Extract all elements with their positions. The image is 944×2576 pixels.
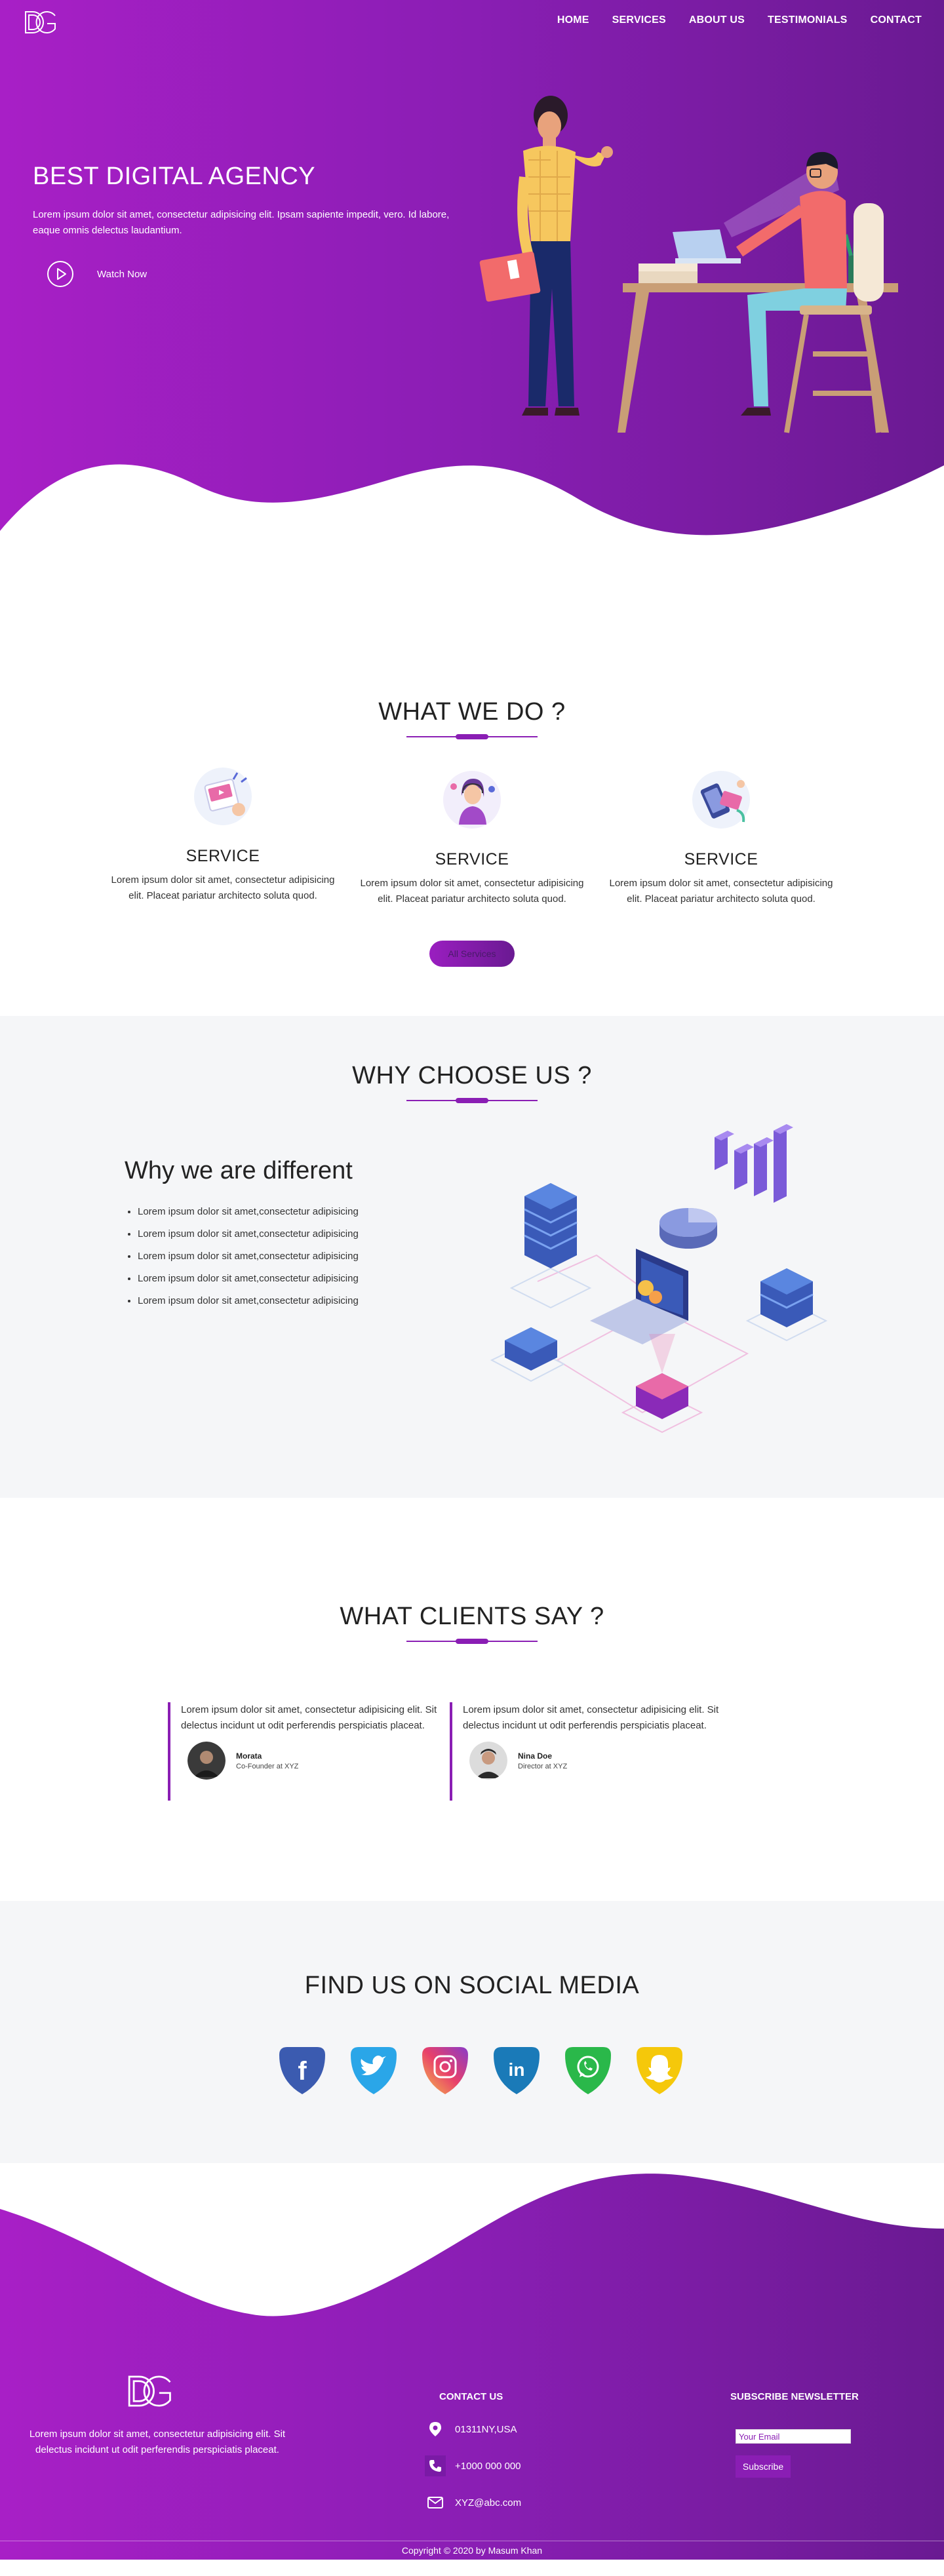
service-text: Lorem ipsum dolor sit amet, consectetur … (609, 878, 833, 905)
instagram-icon[interactable] (417, 2042, 473, 2098)
service-card: SERVICE Lorem ipsum dolor sit amet, cons… (105, 764, 341, 904)
twitter-icon[interactable] (345, 2042, 402, 2098)
service-text: Lorem ipsum dolor sit amet, consectetur … (360, 878, 584, 905)
subscribe-button[interactable]: Subscribe (736, 2455, 791, 2478)
service-card: SERVICE Lorem ipsum dolor sit amet, cons… (603, 767, 839, 907)
what-we-do-section: WHAT WE DO ? SERVICE Lorem ipsum dolor s… (0, 557, 944, 1016)
watch-now-button[interactable]: Watch Now (46, 260, 147, 288)
client-role: Director at XYZ (518, 1762, 568, 1770)
nav-home[interactable]: HOME (557, 14, 589, 26)
client-info: Nina Doe Director at XYZ (518, 1751, 567, 1770)
social-icons: f in (274, 2042, 703, 2098)
newsletter-email-input[interactable] (736, 2429, 851, 2444)
list-item: Lorem ipsum dolor sit amet,consectetur a… (138, 1223, 359, 1245)
video-app-icon (194, 768, 252, 825)
location-pin-icon (425, 2419, 446, 2440)
footer: Lorem ipsum dolor sit amet, consectetur … (0, 2163, 944, 2560)
contact-title: CONTACT US (439, 2391, 503, 2402)
contact-phone: +1000 000 000 (425, 2455, 521, 2476)
social-title: FIND US ON SOCIAL MEDIA (304, 1972, 640, 1999)
navbar: HOME SERVICES ABOUT US TESTIMONIALS CONT… (0, 0, 944, 43)
nav-about-us[interactable]: ABOUT US (689, 14, 745, 26)
linkedin-icon[interactable]: in (488, 2042, 545, 2098)
testimonial-card: Lorem ipsum dolor sit amet, consectetur … (450, 1702, 725, 1801)
newsletter-title: SUBSCRIBE NEWSLETTER (730, 2391, 859, 2402)
title-underline (406, 734, 538, 739)
play-icon (47, 261, 73, 287)
hero-section: HOME SERVICES ABOUT US TESTIMONIALS CONT… (0, 0, 944, 557)
service-heading: SERVICE (684, 850, 758, 868)
why-choose-title: WHY CHOOSE US ? (352, 1062, 592, 1089)
service-text: Lorem ipsum dolor sit amet, consectetur … (111, 874, 335, 901)
dg-logo[interactable] (24, 9, 58, 35)
what-we-do-title: WHAT WE DO ? (378, 698, 566, 726)
dg-logo[interactable] (127, 2373, 174, 2410)
clients-section: WHAT CLIENTS SAY ? Lorem ipsum dolor sit… (0, 1498, 944, 1901)
contact-email-text: XYZ@abc.com (455, 2497, 522, 2508)
contact-address: 01311NY,USA (425, 2419, 517, 2440)
service-heading: SERVICE (435, 850, 509, 868)
hero-title: BEST DIGITAL AGENCY (33, 163, 316, 190)
list-item: Lorem ipsum dolor sit amet,consectetur a… (138, 1245, 359, 1268)
contact-address-text: 01311NY,USA (455, 2423, 517, 2435)
service-heading: SERVICE (186, 847, 260, 865)
client-info: Morata Co-Founder at XYZ (236, 1751, 298, 1770)
avatar (187, 1742, 226, 1780)
why-list: Lorem ipsum dolor sit amet,consectetur a… (138, 1201, 359, 1312)
support-agent-icon (443, 771, 501, 829)
avatar (469, 1742, 507, 1780)
phone-icon (425, 2455, 446, 2476)
list-item: Lorem ipsum dolor sit amet,consectetur a… (138, 1290, 359, 1312)
svg-text:f: f (298, 2057, 307, 2086)
testimonial-text: Lorem ipsum dolor sit amet, consectetur … (181, 1704, 437, 1731)
client-row: Nina Doe Director at XYZ (469, 1742, 725, 1780)
watch-now-label: Watch Now (97, 268, 148, 280)
title-underline (406, 1639, 538, 1644)
copyright: Copyright © 2020 by Masum Khan (0, 2541, 944, 2560)
client-name: Nina Doe (518, 1751, 553, 1761)
list-item: Lorem ipsum dolor sit amet,consectetur a… (138, 1268, 359, 1290)
svg-text:in: in (509, 2059, 525, 2080)
testimonial-card: Lorem ipsum dolor sit amet, consectetur … (168, 1702, 443, 1801)
nav-links: HOME SERVICES ABOUT US TESTIMONIALS CONT… (534, 14, 922, 26)
isometric-data-illustration (490, 1124, 828, 1434)
nav-services[interactable]: SERVICES (612, 14, 666, 26)
contact-phone-text: +1000 000 000 (455, 2460, 521, 2472)
hero-text: Lorem ipsum dolor sit amet, consectetur … (33, 209, 450, 236)
all-services-button[interactable]: All Services (429, 941, 515, 967)
facebook-icon[interactable]: f (274, 2042, 330, 2098)
snapchat-icon[interactable] (631, 2042, 688, 2098)
why-choose-section: WHY CHOOSE US ? Why we are different Lor… (0, 1016, 944, 1498)
footer-wave (0, 2163, 944, 2316)
service-card: SERVICE Lorem ipsum dolor sit amet, cons… (354, 767, 590, 907)
client-name: Morata (236, 1751, 262, 1761)
clients-title: WHAT CLIENTS SAY ? (340, 1603, 604, 1630)
list-item: Lorem ipsum dolor sit amet,consectetur a… (138, 1201, 359, 1223)
nav-contact[interactable]: CONTACT (871, 14, 922, 26)
hero-wave (0, 464, 944, 557)
contact-email: XYZ@abc.com (425, 2492, 521, 2513)
nav-testimonials[interactable]: TESTIMONIALS (768, 14, 848, 26)
mail-icon (425, 2492, 446, 2513)
title-underline (406, 1098, 538, 1103)
footer-about-text: Lorem ipsum dolor sit amet, consectetur … (29, 2429, 286, 2455)
social-section: FIND US ON SOCIAL MEDIA f in (0, 1901, 944, 2163)
hero-illustration (479, 96, 898, 433)
client-role: Co-Founder at XYZ (236, 1762, 299, 1770)
testimonial-text: Lorem ipsum dolor sit amet, consectetur … (463, 1704, 719, 1731)
whatsapp-icon[interactable] (560, 2042, 616, 2098)
why-heading: Why we are different (125, 1157, 353, 1184)
mobile-payment-icon (692, 771, 750, 829)
client-row: Morata Co-Founder at XYZ (187, 1742, 443, 1780)
